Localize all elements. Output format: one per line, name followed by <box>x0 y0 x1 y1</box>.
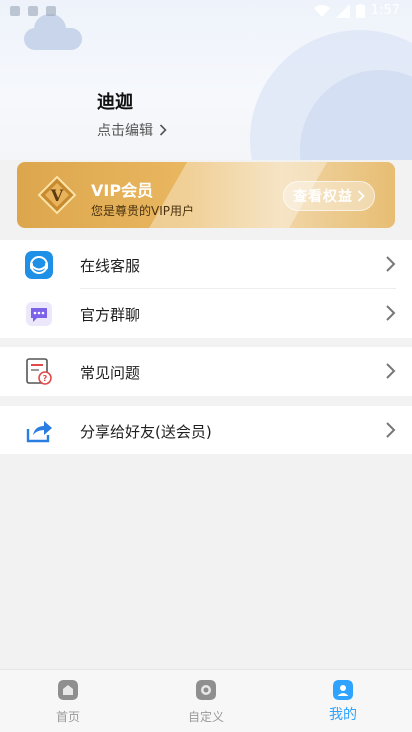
customer-service-icon <box>25 251 53 279</box>
share-icon <box>26 421 52 443</box>
vip-crown-icon: V <box>37 175 77 215</box>
group-chat-icon <box>26 302 52 326</box>
menu-item-label: 常见问题 <box>80 364 141 382</box>
faq-icon: ? <box>26 358 52 385</box>
custom-icon <box>196 680 216 700</box>
vip-subtitle: 您是尊贵的VIP用户 <box>91 204 194 218</box>
tab-home[interactable]: 首页 <box>18 670 118 732</box>
status-time: 1:57 <box>370 3 400 18</box>
menu-item-faq[interactable]: ? 常见问题 <box>0 347 412 396</box>
svg-text:?: ? <box>43 374 48 383</box>
tab-mine[interactable]: 我的 <box>293 670 393 732</box>
chevron-right-icon <box>386 305 396 321</box>
chevron-right-icon <box>386 422 396 438</box>
edit-profile-link[interactable]: 点击编辑 <box>97 120 167 140</box>
view-benefits-button[interactable]: 查看权益 <box>283 181 375 211</box>
menu-item-share[interactable]: 分享给好友(送会员) <box>0 406 412 455</box>
menu-group-share: 分享给好友(送会员) <box>0 406 412 454</box>
notification-icons <box>10 6 56 16</box>
notification-icon <box>10 6 20 16</box>
chevron-right-icon <box>386 363 396 379</box>
tab-label: 我的 <box>329 707 357 723</box>
home-icon <box>58 680 78 700</box>
bottom-tab-bar: 首页 自定义 我的 <box>0 669 412 732</box>
chevron-right-icon <box>159 124 167 136</box>
chevron-right-icon <box>386 256 396 272</box>
chevron-right-icon <box>357 190 365 202</box>
menu-item-label: 分享给好友(送会员) <box>80 423 212 441</box>
menu-item-official-group[interactable]: 官方群聊 <box>0 289 412 338</box>
menu-group-help: ? 常见问题 <box>0 347 412 396</box>
signal-icon <box>335 3 350 18</box>
edit-profile-label: 点击编辑 <box>97 123 153 139</box>
view-benefits-label: 查看权益 <box>293 189 353 205</box>
vip-title: VIP会员 <box>91 181 154 200</box>
battery-icon <box>355 3 365 18</box>
menu-group-support: 在线客服 官方群聊 <box>0 240 412 338</box>
profile-header <box>0 0 412 160</box>
menu-item-online-service[interactable]: 在线客服 <box>0 240 412 289</box>
tab-label: 首页 <box>55 710 80 724</box>
notification-icon <box>46 6 56 16</box>
profile-icon <box>333 680 353 700</box>
notification-icon <box>28 6 38 16</box>
user-name[interactable]: 迪迦 <box>97 88 133 114</box>
vip-card[interactable]: V VIP会员 您是尊贵的VIP用户 查看权益 <box>17 162 395 228</box>
tab-custom[interactable]: 自定义 <box>156 670 256 732</box>
status-bar: 1:57 <box>0 0 412 24</box>
menu-item-label: 在线客服 <box>80 257 141 275</box>
wifi-icon <box>313 4 330 17</box>
svg-text:V: V <box>50 186 64 205</box>
tab-label: 自定义 <box>187 710 224 724</box>
menu-item-label: 官方群聊 <box>80 306 141 324</box>
